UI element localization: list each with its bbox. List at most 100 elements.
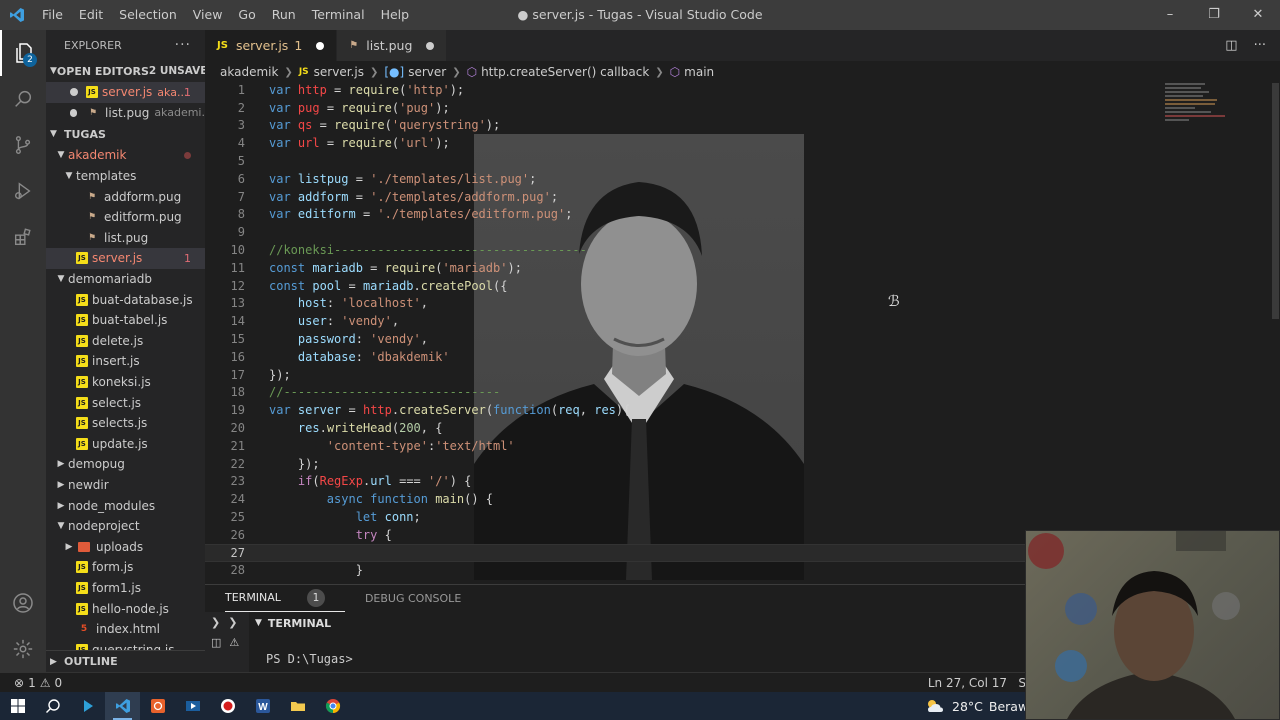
- unsaved-dot-icon[interactable]: [426, 41, 435, 50]
- tree-item[interactable]: ▼ demomariadb: [46, 269, 205, 290]
- tree-item[interactable]: ▼ templates: [46, 166, 205, 187]
- code-line[interactable]: 20 res.writeHead(200, {: [205, 419, 1265, 437]
- windows-start-icon[interactable]: [0, 692, 35, 720]
- tree-item[interactable]: ▶ demopug: [46, 454, 205, 475]
- split-editor-icon[interactable]: ◫: [1225, 38, 1237, 53]
- search-icon[interactable]: [0, 76, 46, 122]
- code-line[interactable]: 10 //koneksi-----------------------------…: [205, 241, 1265, 259]
- breadcrumb-symbol-main[interactable]: main: [684, 65, 714, 79]
- menu-terminal[interactable]: Terminal: [304, 0, 373, 30]
- open-editors-header[interactable]: ▼ OPEN EDITORS 2 UNSAVED: [46, 60, 205, 82]
- menu-file[interactable]: File: [34, 0, 71, 30]
- code-line[interactable]: 23 if(RegExp.url === '/') {: [205, 473, 1265, 491]
- tree-item[interactable]: JS delete.js: [46, 331, 205, 352]
- tree-item[interactable]: ▼ nodeproject: [46, 516, 205, 537]
- tree-item[interactable]: 5 index.html: [46, 619, 205, 640]
- code-line[interactable]: 12 const pool = mariadb.createPool({: [205, 277, 1265, 295]
- code-line[interactable]: 4 var url = require('url');: [205, 134, 1265, 152]
- code-line[interactable]: 24 async function main() {: [205, 490, 1265, 508]
- tree-item[interactable]: JS form.js: [46, 557, 205, 578]
- outline-header[interactable]: ▶ OUTLINE: [46, 650, 205, 672]
- code-line[interactable]: 13 host: 'localhost',: [205, 295, 1265, 313]
- split-terminal-icon[interactable]: ◫: [211, 636, 221, 649]
- code-line[interactable]: 18 //------------------------------: [205, 384, 1265, 402]
- app-icon[interactable]: [140, 692, 175, 720]
- minimap[interactable]: [1165, 81, 1265, 141]
- code-line[interactable]: 1 var http = require('http');: [205, 81, 1265, 99]
- settings-gear-icon[interactable]: [0, 626, 46, 672]
- code-line[interactable]: 11 const mariadb = require('mariadb');: [205, 259, 1265, 277]
- close-icon[interactable]: ✕: [1236, 0, 1280, 30]
- tree-item[interactable]: JS insert.js: [46, 351, 205, 372]
- explorer-icon[interactable]: 2: [0, 30, 46, 76]
- code-line[interactable]: 7 var addform = './templates/addform.pug'…: [205, 188, 1265, 206]
- tree-item[interactable]: JS koneksi.js: [46, 372, 205, 393]
- run-debug-icon[interactable]: [0, 168, 46, 214]
- weather-widget[interactable]: 28°C Beraw: [924, 698, 1028, 714]
- code-line[interactable]: 3 var qs = require('querystring');: [205, 117, 1265, 135]
- code-editor[interactable]: 1 var http = require('http'); 2 var pug = r…: [205, 81, 1265, 579]
- code-line[interactable]: 14 user: 'vendy',: [205, 312, 1265, 330]
- code-line[interactable]: 19 var server = http.createServer(functio…: [205, 401, 1265, 419]
- tree-item[interactable]: JS form1.js: [46, 578, 205, 599]
- more-actions-icon[interactable]: ···: [1254, 38, 1266, 53]
- tree-item[interactable]: ▶ node_modules: [46, 495, 205, 516]
- code-line[interactable]: 6 var listpug = './templates/list.pug';: [205, 170, 1265, 188]
- chevron-right-icon[interactable]: ❯: [211, 616, 220, 629]
- extensions-icon[interactable]: [0, 214, 46, 260]
- menu-selection[interactable]: Selection: [111, 0, 185, 30]
- tree-item[interactable]: JS selects.js: [46, 413, 205, 434]
- breadcrumb-file[interactable]: server.js: [314, 65, 364, 79]
- code-line[interactable]: 16 database: 'dbakdemik': [205, 348, 1265, 366]
- code-line[interactable]: 9: [205, 223, 1265, 241]
- tree-item[interactable]: JS buat-database.js: [46, 289, 205, 310]
- tab-terminal[interactable]: TERMINAL 1: [225, 589, 345, 612]
- terminal-prompt[interactable]: PS D:\Tugas>: [266, 652, 353, 666]
- editor-scrollbar[interactable]: [1272, 83, 1279, 319]
- code-line[interactable]: 21 'content-type':'text/html': [205, 437, 1265, 455]
- media-player-icon[interactable]: [70, 692, 105, 720]
- source-control-icon[interactable]: [0, 122, 46, 168]
- vscode-taskbar-icon[interactable]: [105, 692, 140, 720]
- code-line[interactable]: 17});: [205, 366, 1265, 384]
- tree-item[interactable]: JS update.js: [46, 434, 205, 455]
- chrome-icon[interactable]: [315, 692, 350, 720]
- code-line[interactable]: 5: [205, 152, 1265, 170]
- menu-go[interactable]: Go: [230, 0, 263, 30]
- menu-run[interactable]: Run: [264, 0, 304, 30]
- tree-item[interactable]: ▶ newdir: [46, 475, 205, 496]
- tree-item[interactable]: JS server.js 1: [46, 248, 205, 269]
- account-icon[interactable]: [0, 580, 46, 626]
- cursor-position[interactable]: Ln 27, Col 17: [928, 676, 1007, 690]
- more-actions-icon[interactable]: ···: [175, 37, 191, 53]
- tree-item[interactable]: ▼ akademik: [46, 145, 205, 166]
- tree-item[interactable]: JS hello-node.js: [46, 598, 205, 619]
- chevron-right-icon[interactable]: ❯: [228, 616, 237, 629]
- open-editor-server-js[interactable]: JS server.js aka... 1: [46, 82, 205, 103]
- code-line[interactable]: 22 });: [205, 455, 1265, 473]
- menu-edit[interactable]: Edit: [71, 0, 111, 30]
- breadcrumb-folder[interactable]: akademik: [220, 65, 278, 79]
- open-editor-list-pug[interactable]: ⚑ list.pug akademi...: [46, 103, 205, 124]
- word-icon[interactable]: W: [245, 692, 280, 720]
- breadcrumb-symbol-callback[interactable]: http.createServer() callback: [481, 65, 649, 79]
- tree-item[interactable]: JS buat-tabel.js: [46, 310, 205, 331]
- code-line[interactable]: 15 password: 'vendy',: [205, 330, 1265, 348]
- code-line[interactable]: 8 var editform = './templates/editform.pu…: [205, 206, 1265, 224]
- code-line[interactable]: 2 var pug = require('pug');: [205, 99, 1265, 117]
- record-icon[interactable]: [210, 692, 245, 720]
- file-explorer-icon[interactable]: [280, 692, 315, 720]
- tab-list-pug[interactable]: ⚑ list.pug: [337, 30, 448, 61]
- tree-item[interactable]: ⚑ list.pug: [46, 228, 205, 249]
- minimize-icon[interactable]: –: [1148, 0, 1192, 30]
- tree-item[interactable]: JS select.js: [46, 392, 205, 413]
- tab-server-js[interactable]: JS server.js 1: [205, 30, 338, 61]
- menu-help[interactable]: Help: [373, 0, 418, 30]
- tree-item[interactable]: ⚑ addform.pug: [46, 186, 205, 207]
- movie-app-icon[interactable]: [175, 692, 210, 720]
- tree-item[interactable]: ▶ uploads: [46, 536, 205, 557]
- restore-icon[interactable]: ❐: [1192, 0, 1236, 30]
- problems-indicator[interactable]: ⊗ 1 ⚠ 0: [0, 676, 62, 690]
- tree-item[interactable]: ⚑ editform.pug: [46, 207, 205, 228]
- unsaved-dot-icon[interactable]: [316, 41, 325, 50]
